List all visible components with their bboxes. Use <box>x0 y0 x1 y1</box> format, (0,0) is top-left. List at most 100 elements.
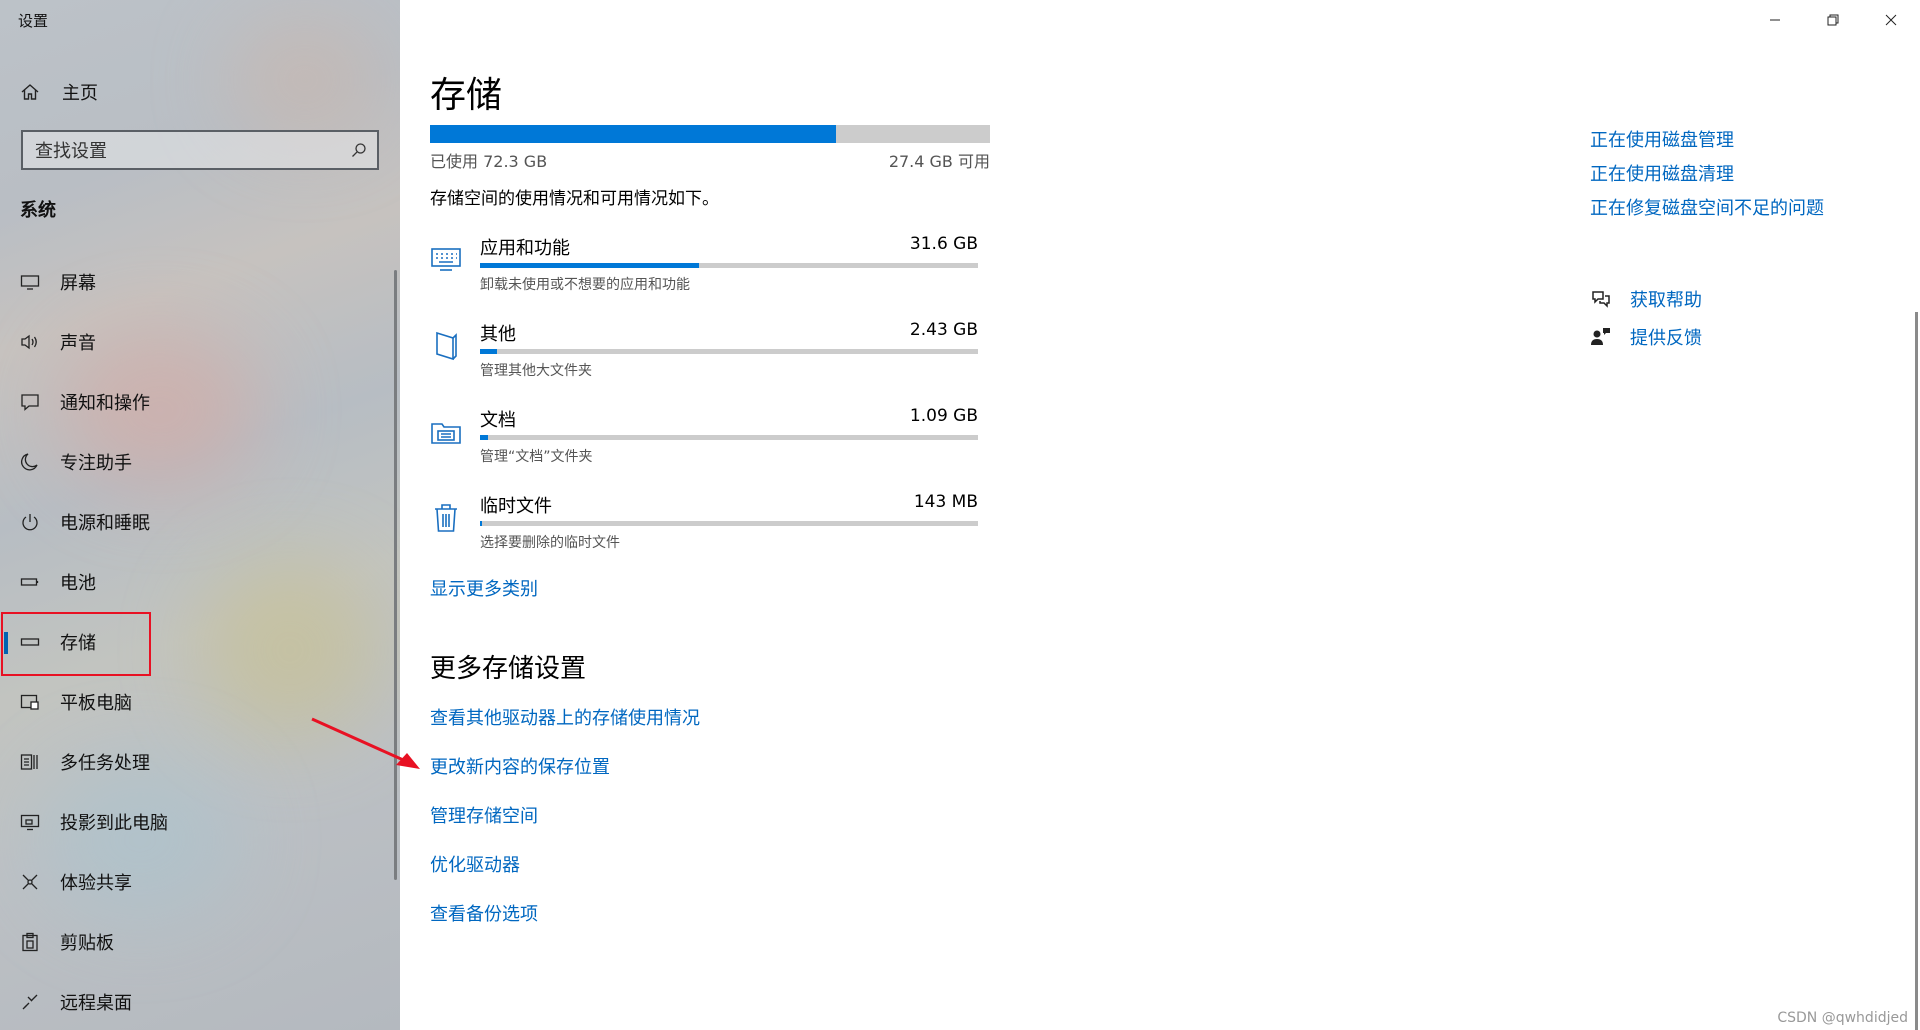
main-scrollbar[interactable] <box>1915 312 1918 1030</box>
sidebar-item-label: 存储 <box>60 633 96 654</box>
monitor-icon <box>20 275 40 290</box>
main-content: 存储 已使用 72.3 GB 27.4 GB 可用 存储空间的使用情况和可用情况… <box>400 0 1920 1030</box>
trash-icon <box>435 504 457 532</box>
acrylic-blob <box>230 20 380 140</box>
storage-description: 存储空间的使用情况和可用情况如下。 <box>430 189 719 209</box>
free-space-label: 27.4 GB 可用 <box>888 152 990 171</box>
category-apps[interactable]: 应用和功能 31.6 GB 卸载未使用或不想要的应用和功能 <box>430 234 990 304</box>
disk-management-link[interactable]: 正在使用磁盘管理 <box>1590 128 1824 162</box>
sidebar-item-tablet[interactable]: 平板电脑 <box>0 672 400 732</box>
category-description: 选择要删除的临时文件 <box>480 535 620 551</box>
sidebar-item-focus-assist[interactable]: 专注助手 <box>0 432 400 492</box>
sidebar-item-shared-experiences[interactable]: 体验共享 <box>0 852 400 912</box>
minimize-button[interactable] <box>1746 0 1804 40</box>
disk-cleanup-link[interactable]: 正在使用磁盘清理 <box>1590 162 1824 196</box>
sidebar-item-label: 平板电脑 <box>60 693 132 714</box>
storage-drive-icon <box>20 638 40 646</box>
category-name: 临时文件 <box>480 496 552 517</box>
speaker-icon <box>21 334 37 350</box>
home-button[interactable]: 主页 <box>20 78 98 106</box>
more-settings-title: 更多存储设置 <box>430 654 587 684</box>
sidebar-item-label: 体验共享 <box>60 873 132 894</box>
category-bar <box>480 349 978 354</box>
sidebar-item-remote-desktop[interactable]: 远程桌面 <box>0 972 400 1030</box>
sidebar-item-label: 通知和操作 <box>60 393 150 414</box>
section-title: 系统 <box>20 200 56 221</box>
sidebar-item-label: 声音 <box>60 333 96 354</box>
sidebar-item-battery[interactable]: 电池 <box>0 552 400 612</box>
feedback-person-icon <box>1591 328 1610 345</box>
window-title: 设置 <box>18 12 49 30</box>
page-title: 存储 <box>430 75 503 116</box>
view-backup-options-link[interactable]: 查看备份选项 <box>430 902 700 951</box>
remote-desktop-icon <box>22 994 38 1010</box>
sidebar-item-clipboard[interactable]: 剪贴板 <box>0 912 400 972</box>
sidebar-item-label: 投影到此电脑 <box>60 813 168 834</box>
restore-icon <box>1827 14 1839 26</box>
show-more-categories-link[interactable]: 显示更多类别 <box>430 575 538 601</box>
category-name: 应用和功能 <box>480 238 570 259</box>
change-save-location-link[interactable]: 更改新内容的保存位置 <box>430 755 700 804</box>
get-help-link[interactable]: 获取帮助 <box>1590 280 1702 318</box>
tablet-icon <box>20 694 39 710</box>
search-input[interactable]: 查找设置 <box>21 130 379 170</box>
clipboard-icon <box>22 932 38 952</box>
total-usage-bar <box>430 125 990 143</box>
restore-button[interactable] <box>1804 0 1862 40</box>
category-bar <box>480 435 978 440</box>
sidebar: 设置 主页 查找设置 系统 屏幕 声音 通知和操作 专注助手 电源和睡眠 电池 … <box>0 0 400 1030</box>
share-icon <box>22 874 38 890</box>
category-description: 管理其他大文件夹 <box>480 363 592 379</box>
close-button[interactable] <box>1862 0 1920 40</box>
sidebar-item-display[interactable]: 屏幕 <box>0 252 400 312</box>
category-bar-fill <box>480 263 700 268</box>
fix-low-space-link[interactable]: 正在修复磁盘空间不足的问题 <box>1590 196 1824 230</box>
category-description: 卸载未使用或不想要的应用和功能 <box>480 277 690 293</box>
category-bar-fill <box>480 435 489 440</box>
battery-icon <box>20 578 39 586</box>
search-icon <box>352 143 366 157</box>
category-size: 1.09 GB <box>909 406 978 426</box>
apps-keyboard-icon <box>431 248 461 271</box>
optimize-drives-link[interactable]: 优化驱动器 <box>430 853 700 902</box>
category-size: 31.6 GB <box>909 234 978 254</box>
notification-icon <box>21 394 39 411</box>
more-settings-links: 查看其他驱动器上的存储使用情况 更改新内容的保存位置 管理存储空间 优化驱动器 … <box>430 706 700 951</box>
category-bar-fill <box>480 349 497 354</box>
category-size: 2.43 GB <box>909 320 978 340</box>
related-links: 正在使用磁盘管理 正在使用磁盘清理 正在修复磁盘空间不足的问题 <box>1590 128 1824 230</box>
search-placeholder: 查找设置 <box>35 141 107 162</box>
sidebar-nav: 屏幕 声音 通知和操作 专注助手 电源和睡眠 电池 存储 平板电脑 多任务处理 … <box>0 252 400 1030</box>
category-bar-fill <box>480 521 483 526</box>
sidebar-item-project[interactable]: 投影到此电脑 <box>0 792 400 852</box>
moon-icon <box>21 453 38 471</box>
sidebar-item-power[interactable]: 电源和睡眠 <box>0 492 400 552</box>
total-usage-fill <box>430 125 836 143</box>
power-icon <box>22 514 38 531</box>
give-feedback-link[interactable]: 提供反馈 <box>1590 318 1702 356</box>
category-name: 其他 <box>480 324 516 345</box>
category-documents[interactable]: 文档 1.09 GB 管理“文档”文件夹 <box>430 406 990 476</box>
home-icon <box>21 84 39 100</box>
view-other-drives-link[interactable]: 查看其他驱动器上的存储使用情况 <box>430 706 700 755</box>
documents-folder-icon <box>431 423 461 444</box>
manage-storage-spaces-link[interactable]: 管理存储空间 <box>430 804 700 853</box>
sidebar-item-label: 屏幕 <box>60 273 96 294</box>
category-description: 管理“文档”文件夹 <box>480 449 593 465</box>
sidebar-item-multitasking[interactable]: 多任务处理 <box>0 732 400 792</box>
category-temp-files[interactable]: 临时文件 143 MB 选择要删除的临时文件 <box>430 492 990 562</box>
help-section: 获取帮助 提供反馈 <box>1590 280 1702 356</box>
category-name: 文档 <box>480 410 516 431</box>
give-feedback-label: 提供反馈 <box>1630 328 1702 349</box>
sidebar-item-label: 电池 <box>60 573 96 594</box>
category-other[interactable]: 其他 2.43 GB 管理其他大文件夹 <box>430 320 990 390</box>
sidebar-item-storage[interactable]: 存储 <box>0 612 400 672</box>
sidebar-item-label: 剪贴板 <box>60 933 114 954</box>
sidebar-item-label: 专注助手 <box>60 453 132 474</box>
project-icon <box>20 814 40 831</box>
sidebar-scrollbar[interactable] <box>394 270 397 880</box>
multitask-icon <box>20 754 38 770</box>
sidebar-item-notifications[interactable]: 通知和操作 <box>0 372 400 432</box>
other-file-icon <box>436 331 457 361</box>
sidebar-item-sound[interactable]: 声音 <box>0 312 400 372</box>
